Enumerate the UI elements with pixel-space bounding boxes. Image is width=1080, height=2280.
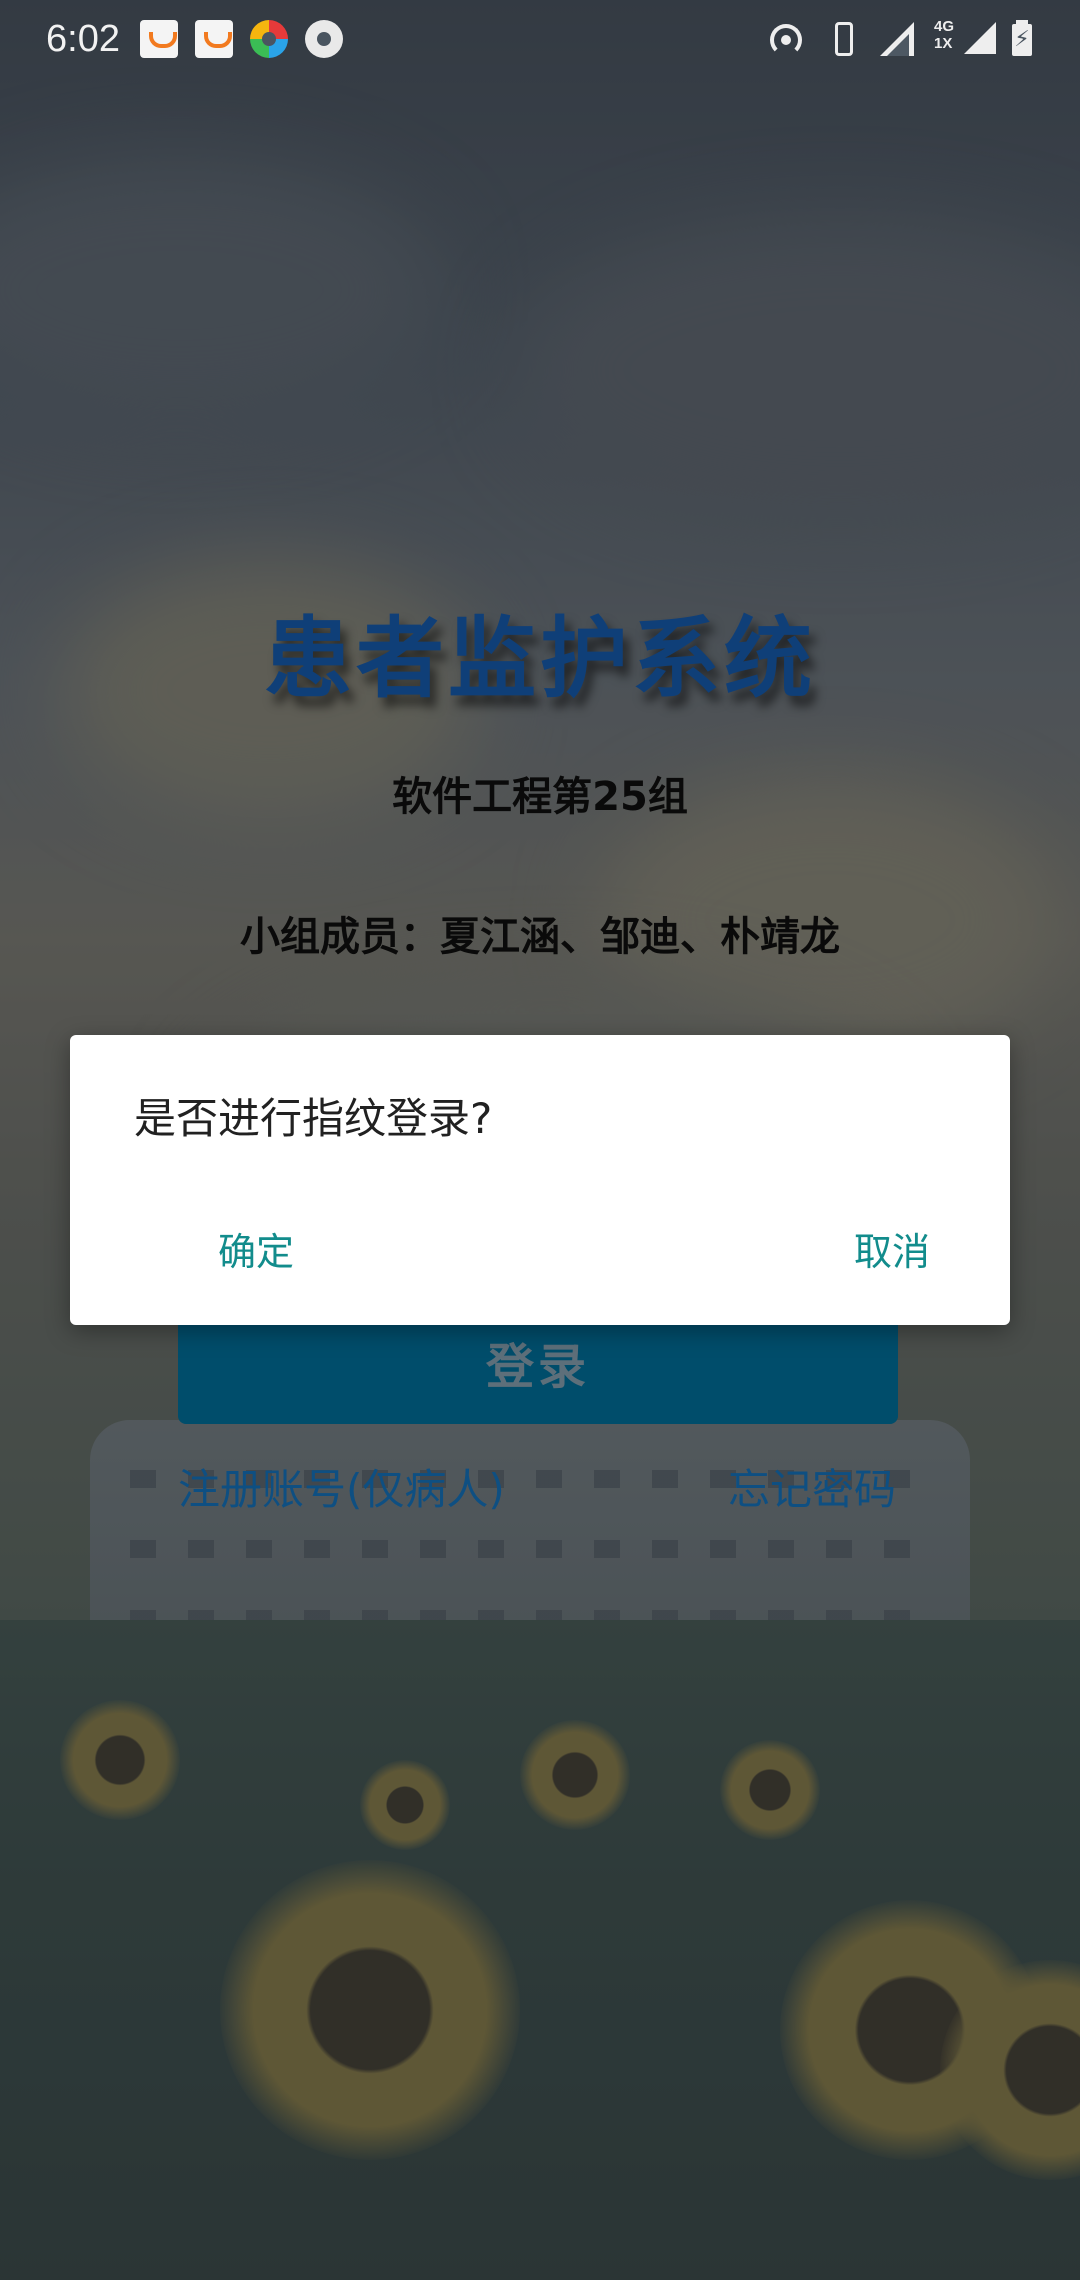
didi-icon — [140, 20, 178, 58]
didi-icon — [195, 20, 233, 58]
signal-icon — [880, 22, 914, 56]
register-link[interactable]: 注册账号(仅病人) — [178, 1456, 505, 1517]
aperture-icon — [305, 20, 343, 58]
pinwheel-icon — [250, 20, 288, 58]
status-bar: 6:02 4G 1X ⚡ — [0, 0, 1080, 80]
dialog-message: 是否进行指纹登录? — [134, 1094, 493, 1143]
group-members: 小组成员：夏江涵、邹迪、朴靖龙 — [240, 914, 840, 960]
signal-icon — [964, 22, 996, 54]
login-screen: 6:02 4G 1X ⚡ 患者监护系统 软件工程第25组 小组成员：夏江涵、邹迪… — [0, 0, 1080, 2280]
vibrate-icon — [826, 20, 862, 60]
group-subtitle: 软件工程第25组 — [392, 774, 688, 820]
login-button-label: 登录 — [485, 1339, 590, 1395]
network-type-top: 4G — [934, 18, 955, 35]
data-arrows-icon: 4G 1X — [934, 18, 954, 52]
fingerprint-login-dialog: 是否进行指纹登录? 确定 取消 — [70, 1035, 1010, 1325]
hotspot-icon — [768, 20, 808, 60]
confirm-button[interactable]: 确定 — [204, 1215, 308, 1282]
forgot-password-link[interactable]: 忘记密码 — [728, 1456, 896, 1517]
status-time: 6:02 — [46, 18, 120, 60]
cancel-button[interactable]: 取消 — [840, 1215, 944, 1282]
charging-bolt-icon: ⚡ — [1014, 27, 1030, 52]
network-type-bottom: 1X — [934, 35, 953, 52]
app-title: 患者监护系统 — [263, 607, 816, 710]
